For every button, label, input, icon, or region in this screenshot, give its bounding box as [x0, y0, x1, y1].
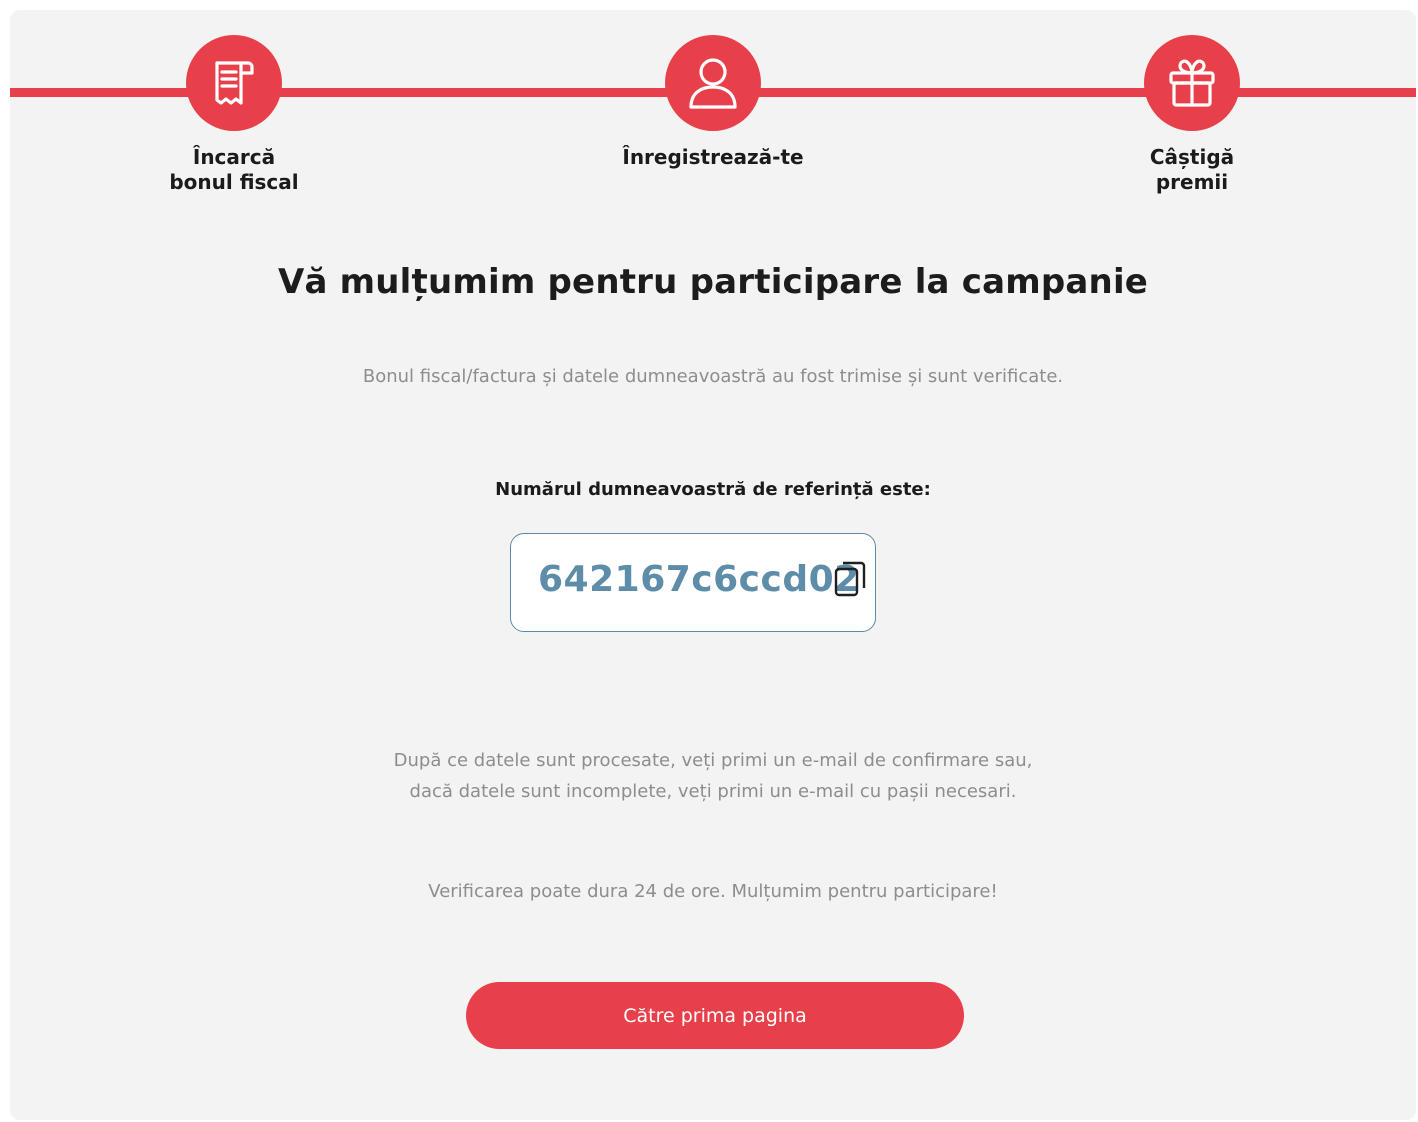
step-register: Înregistrează-te: [593, 35, 833, 170]
verification-duration-text: Verificarea poate dura 24 de ore. Mulțum…: [428, 881, 998, 902]
step-win-prizes: Câștigă premii: [1072, 35, 1312, 195]
copy-icon[interactable]: [833, 560, 867, 598]
confirmation-card: Încarcă bonul fiscal Înregistrează-te Câ…: [10, 10, 1416, 1120]
user-icon: [689, 58, 737, 109]
confirmation-info-line: dacă datele sunt incomplete, veți primi …: [409, 781, 1017, 802]
step-label: Înregistrează-te: [622, 145, 804, 169]
step-circle: [1144, 35, 1240, 131]
receipt-icon: [215, 61, 254, 105]
step-upload-receipt: Încarcă bonul fiscal: [114, 35, 354, 195]
page-title: Vă mulțumim pentru participare la campan…: [277, 262, 1149, 302]
step-label: Câștigă premii: [1149, 145, 1235, 194]
reference-label: Numărul dumneavoastră de referință este:: [495, 479, 931, 500]
reference-box: 642167c6ccd02: [510, 533, 876, 632]
step-label: Încarcă bonul fiscal: [169, 145, 299, 194]
gift-icon: [1169, 59, 1215, 107]
step-circle: [665, 35, 761, 131]
confirmation-info-line: După ce datele sunt procesate, veți prim…: [393, 750, 1033, 771]
step-circle: [186, 35, 282, 131]
home-page-button[interactable]: Către prima pagina: [466, 982, 964, 1049]
submission-status-text: Bonul fiscal/factura și datele dumneavoa…: [362, 366, 1064, 387]
reference-code[interactable]: 642167c6ccd02: [538, 559, 860, 600]
